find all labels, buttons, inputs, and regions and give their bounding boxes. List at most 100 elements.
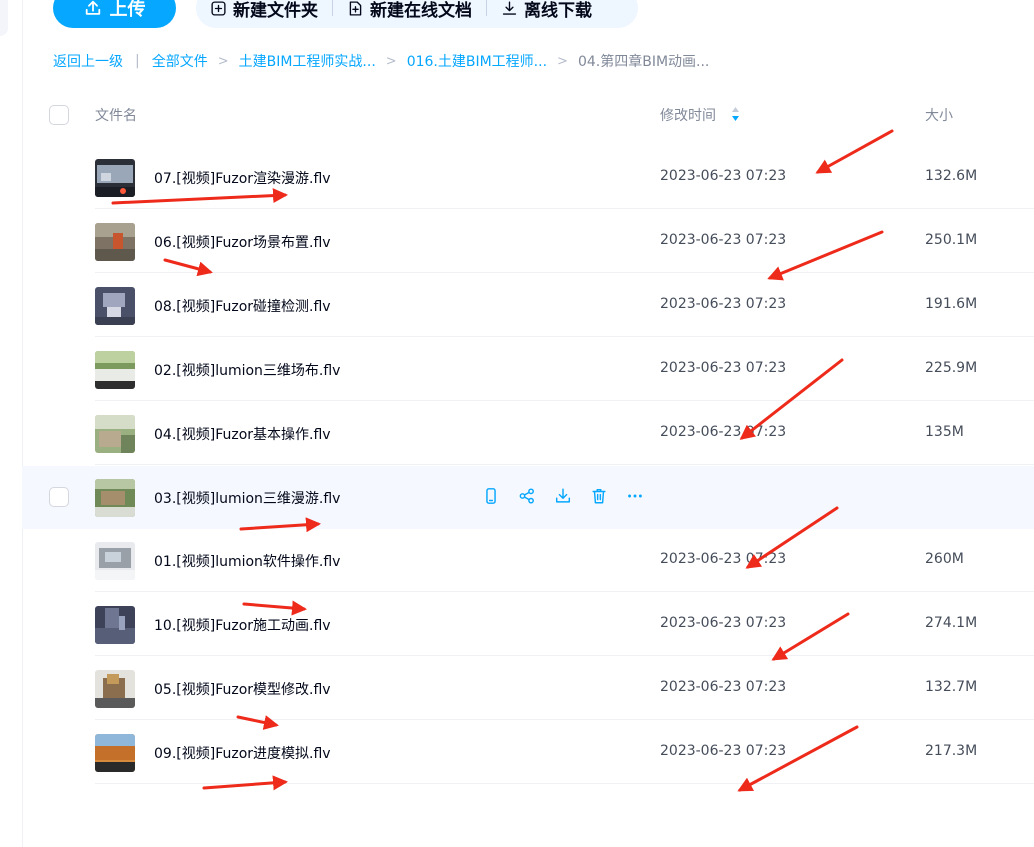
column-header-name[interactable]: 文件名	[95, 105, 137, 125]
breadcrumb-all-files[interactable]: 全部文件	[152, 51, 208, 71]
video-thumbnail[interactable]	[95, 415, 135, 453]
file-modified-time: 2023-06-23 07:23	[660, 232, 787, 248]
video-thumbnail[interactable]	[95, 606, 135, 644]
file-modified-time: 2023-06-23 07:23	[660, 168, 787, 184]
file-size: 274.1M	[925, 615, 978, 631]
file-modified-time: 2023-06-23 07:23	[660, 615, 787, 631]
file-modified-time: 2023-06-23 07:23	[660, 360, 787, 376]
file-size: 135M	[925, 424, 964, 440]
upload-button[interactable]: 上传	[53, 0, 176, 28]
breadcrumb-current: 04.第四章BIM动画...	[577, 54, 710, 70]
file-name[interactable]: 06.[视频]Fuzor场景布置.flv	[154, 232, 331, 252]
sort-icon[interactable]	[731, 106, 740, 122]
file-name[interactable]: 04.[视频]Fuzor基本操作.flv	[154, 424, 331, 444]
new-online-doc-label: 新建在线文档	[370, 0, 472, 21]
file-table-header: 文件名 修改时间 大小	[22, 96, 1034, 132]
file-size: 217.3M	[925, 743, 978, 759]
breadcrumb-level1[interactable]: 土建BIM工程师实战...	[239, 51, 376, 71]
file-name[interactable]: 09.[视频]Fuzor进度模拟.flv	[154, 743, 331, 763]
file-size: 225.9M	[925, 360, 978, 376]
file-name[interactable]: 08.[视频]Fuzor碰撞检测.flv	[154, 296, 331, 316]
breadcrumb-level2[interactable]: 016.土建BIM工程师...	[407, 51, 547, 71]
row-divider	[95, 336, 1034, 337]
file-size: 250.1M	[925, 232, 978, 248]
file-modified-time: 2023-06-23 07:23	[660, 296, 787, 312]
offline-download-icon	[502, 0, 517, 15]
file-row[interactable]: 04.[视频]Fuzor基本操作.flv 2023-06-23 07:23 13…	[22, 402, 1034, 465]
row-divider	[95, 719, 1034, 720]
row-divider	[95, 400, 1034, 401]
file-row-hovered[interactable]: 03.[视频]lumion三维漫游.flv	[22, 466, 1034, 529]
toolbar-group: 新建文件夹 新建在线文档 离线下载	[196, 0, 638, 28]
file-row[interactable]: 05.[视频]Fuzor模型修改.flv 2023-06-23 07:23 13…	[22, 657, 1034, 720]
new-folder-label: 新建文件夹	[233, 0, 318, 21]
row-divider	[95, 208, 1034, 209]
column-header-modified[interactable]: 修改时间	[660, 105, 716, 125]
file-modified-time: 2023-06-23 07:23	[660, 743, 787, 759]
file-name[interactable]: 05.[视频]Fuzor模型修改.flv	[154, 679, 331, 699]
chevron-right-icon: >	[557, 53, 568, 69]
phone-icon	[486, 488, 496, 504]
breadcrumb-back[interactable]: 返回上一级	[53, 51, 123, 71]
file-row[interactable]: 06.[视频]Fuzor场景布置.flv 2023-06-23 07:23 25…	[22, 210, 1034, 273]
new-online-doc-button[interactable]: 新建在线文档	[333, 0, 486, 21]
new-folder-button[interactable]: 新建文件夹	[196, 0, 332, 21]
more-icon	[628, 494, 642, 498]
sidebar-nub	[0, 0, 8, 36]
file-modified-time: 2023-06-23 07:23	[660, 551, 787, 567]
breadcrumb: 返回上一级 | 全部文件 > 土建BIM工程师实战... > 016.土建BIM…	[53, 51, 709, 71]
file-name[interactable]: 07.[视频]Fuzor渲染漫游.flv	[154, 168, 331, 188]
row-divider	[95, 464, 1034, 465]
file-size: 132.6M	[925, 168, 978, 184]
row-divider	[95, 783, 1034, 784]
row-divider	[95, 591, 1034, 592]
file-modified-time: 2023-06-23 07:23	[660, 679, 787, 695]
file-size: 260M	[925, 551, 964, 567]
row-checkbox[interactable]	[49, 487, 69, 507]
video-thumbnail[interactable]	[95, 734, 135, 772]
video-thumbnail[interactable]	[95, 159, 135, 197]
file-row[interactable]: 01.[视频]lumion软件操作.flv 2023-06-23 07:23 2…	[22, 529, 1034, 592]
breadcrumb-pipe: |	[135, 53, 140, 69]
left-sidebar-edge	[0, 0, 23, 847]
row-divider	[95, 655, 1034, 656]
file-name[interactable]: 10.[视频]Fuzor施工动画.flv	[154, 615, 331, 635]
file-row[interactable]: 02.[视频]lumion三维场布.flv 2023-06-23 07:23 2…	[22, 338, 1034, 401]
file-size: 132.7M	[925, 679, 978, 695]
video-thumbnail[interactable]	[95, 670, 135, 708]
more-button[interactable]	[624, 485, 646, 507]
offline-download-button[interactable]: 离线下载	[487, 0, 606, 21]
share-button[interactable]	[516, 485, 538, 507]
delete-icon	[592, 488, 606, 504]
select-all-checkbox[interactable]	[49, 105, 69, 125]
chevron-right-icon: >	[385, 53, 397, 69]
video-thumbnail[interactable]	[95, 542, 135, 580]
offline-download-label: 离线下载	[524, 0, 592, 21]
row-actions	[480, 485, 646, 507]
file-row[interactable]: 07.[视频]Fuzor渲染漫游.flv 2023-06-23 07:23 13…	[22, 146, 1034, 209]
file-row[interactable]: 08.[视频]Fuzor碰撞检测.flv 2023-06-23 07:23 19…	[22, 274, 1034, 337]
video-thumbnail[interactable]	[95, 479, 135, 517]
file-size: 191.6M	[925, 296, 978, 312]
file-modified-time: 2023-06-23 07:23	[660, 424, 787, 440]
download-icon	[555, 488, 571, 503]
upload-icon	[85, 0, 100, 15]
new-document-icon	[349, 0, 362, 16]
column-header-size[interactable]: 大小	[925, 105, 953, 125]
row-divider	[95, 272, 1034, 273]
video-thumbnail[interactable]	[95, 223, 135, 261]
file-name[interactable]: 03.[视频]lumion三维漫游.flv	[154, 488, 340, 508]
upload-label: 上传	[109, 0, 146, 20]
file-row[interactable]: 09.[视频]Fuzor进度模拟.flv 2023-06-23 07:23 21…	[22, 721, 1034, 784]
file-name[interactable]: 02.[视频]lumion三维场布.flv	[154, 360, 340, 380]
delete-button[interactable]	[588, 485, 610, 507]
share-icon	[519, 488, 534, 504]
send-to-phone-button[interactable]	[480, 485, 502, 507]
chevron-right-icon: >	[217, 53, 229, 69]
file-name[interactable]: 01.[视频]lumion软件操作.flv	[154, 551, 340, 571]
download-button[interactable]	[552, 485, 574, 507]
video-thumbnail[interactable]	[95, 351, 135, 389]
add-folder-icon	[211, 0, 226, 16]
file-row[interactable]: 10.[视频]Fuzor施工动画.flv 2023-06-23 07:23 27…	[22, 593, 1034, 656]
video-thumbnail[interactable]	[95, 287, 135, 325]
